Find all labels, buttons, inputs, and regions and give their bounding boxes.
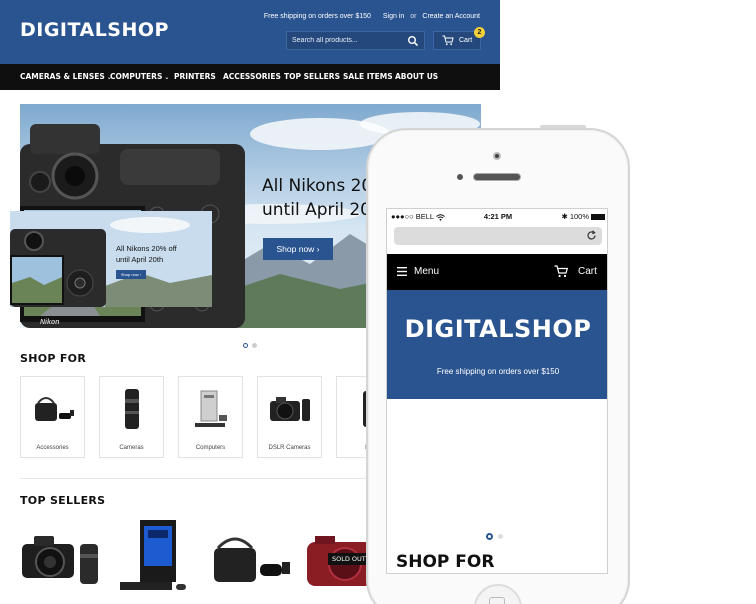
chevron-right-icon[interactable] [583, 455, 593, 479]
mobile-logo[interactable]: DIGITALSHOP [387, 315, 607, 343]
camera-bag-image [35, 397, 74, 421]
category-card-cameras[interactable]: Cameras [99, 376, 164, 458]
category-label: Computers [195, 445, 226, 451]
computer-tower-image [195, 390, 227, 427]
product-camera-bag[interactable] [212, 518, 292, 598]
site-header: DIGITALSHOP Free shipping on orders over… [0, 0, 500, 64]
header-links: Free shipping on orders over $150 Sign i… [260, 13, 480, 20]
category-label: Accessories [36, 445, 69, 451]
nav-item-printers[interactable]: PRINTERS [174, 64, 216, 90]
section-divider [20, 478, 370, 479]
battery-icon [591, 214, 605, 221]
mobile-nav-bar: Menu Cart [387, 254, 607, 290]
mobile-screen: ●●●○○ BELL 4:21 PM ✱ 100% Menu Cart DIGI… [386, 208, 608, 574]
status-bar: ●●●○○ BELL 4:21 PM ✱ 100% [387, 209, 607, 223]
shipping-notice: Free shipping on orders over $150 [263, 13, 371, 20]
mobile-hero-line-1: All Nikons 20% off [116, 244, 177, 253]
main-nav: CAMERAS & LENSES ⌄ COMPUTERS ⌄ PRINTERS AC… [0, 64, 500, 90]
phone-camera [493, 152, 501, 160]
cart-icon[interactable] [554, 265, 568, 278]
mobile-shop-now-button[interactable]: Shop now › [116, 270, 146, 279]
nav-item-computers[interactable]: COMPUTERS ⌄ [110, 64, 169, 90]
slider-pagination [243, 337, 261, 355]
nav-item-accessories[interactable]: ACCESSORIES [223, 64, 281, 90]
menu-button[interactable]: Menu [414, 266, 439, 277]
chevron-left-icon[interactable] [398, 455, 408, 479]
slider-dot-active[interactable] [243, 343, 248, 349]
hero-line-1: All Nikons 20 [262, 176, 373, 196]
nav-item-top-sellers[interactable]: TOP SELLERS [284, 64, 340, 90]
cart-label: Cart [459, 37, 473, 44]
mobile-slider-dot-active[interactable] [486, 533, 493, 541]
mobile-slider-pagination [486, 528, 508, 546]
category-card-dslr-cameras[interactable]: DSLR Cameras [257, 376, 322, 458]
phone-sensor [457, 174, 463, 180]
sign-in-link[interactable]: Sign in [383, 13, 404, 20]
site-logo[interactable]: DIGITALSHOP [20, 19, 169, 41]
shop-for-title: SHOP FOR [20, 352, 87, 365]
nav-item-cameras-lenses[interactable]: CAMERAS & LENSES ⌄ [20, 64, 112, 90]
mobile-hero-slide[interactable]: All Nikons 20% off until April 20th Shop… [10, 211, 212, 307]
browser-url-bar[interactable] [394, 227, 602, 245]
or-text: or [410, 13, 417, 20]
mobile-shop-for-title: SHOP FOR [396, 552, 495, 572]
cart-icon [442, 35, 454, 46]
mobile-hero-headline: All Nikons 20% off until April 20th [116, 243, 177, 265]
nav-label: CAMERAS & LENSES [20, 72, 105, 81]
mobile-hero-image [10, 211, 212, 307]
reload-icon[interactable] [586, 230, 597, 241]
lens-image [125, 389, 139, 429]
mobile-header: DIGITALSHOP Free shipping on orders over… [387, 290, 607, 399]
product-canon-camera[interactable] [20, 518, 100, 598]
mobile-cart-button[interactable]: Cart [578, 266, 597, 277]
category-card-accessories[interactable]: Accessories [20, 376, 85, 458]
cart-count-badge: 2 [474, 27, 485, 38]
hero-headline: All Nikons 20 until April 20 [262, 174, 372, 222]
camera-brand-label: Nikon [40, 319, 59, 326]
home-button-square-icon [489, 597, 505, 604]
nav-item-sale-items[interactable]: SALE ITEMS [343, 64, 393, 90]
nav-label: COMPUTERS [110, 72, 163, 81]
search-icon[interactable] [407, 35, 419, 47]
phone-speaker [473, 173, 521, 181]
mobile-shipping-notice: Free shipping on orders over $150 [436, 367, 560, 376]
search-box[interactable] [286, 31, 425, 50]
top-sellers-title: TOP SELLERS [20, 494, 106, 507]
create-account-link[interactable]: Create an Account [422, 13, 480, 20]
category-label: DSLR Cameras [268, 445, 311, 451]
hamburger-icon[interactable] [397, 267, 407, 276]
category-card-computers[interactable]: Computers [178, 376, 243, 458]
battery-percent: 100% [569, 212, 589, 221]
mobile-hero-line-2: until April 20th [116, 255, 164, 264]
dslr-camera-image [270, 397, 310, 421]
chevron-down-icon: ⌄ [164, 74, 170, 81]
battery-status: ✱ 100% [561, 212, 605, 221]
hero-line-2: until April 20 [262, 200, 371, 220]
search-input[interactable] [292, 32, 402, 49]
slider-dot[interactable] [252, 343, 257, 349]
mobile-slider-dot[interactable] [498, 534, 503, 540]
category-label: Cameras [119, 445, 144, 451]
sold-out-badge: SOLD OUT [328, 553, 370, 565]
shop-now-button[interactable]: Shop now › [263, 238, 333, 260]
nav-item-about-us[interactable]: ABOUT US [395, 64, 438, 90]
product-gaming-pc[interactable] [118, 518, 198, 598]
